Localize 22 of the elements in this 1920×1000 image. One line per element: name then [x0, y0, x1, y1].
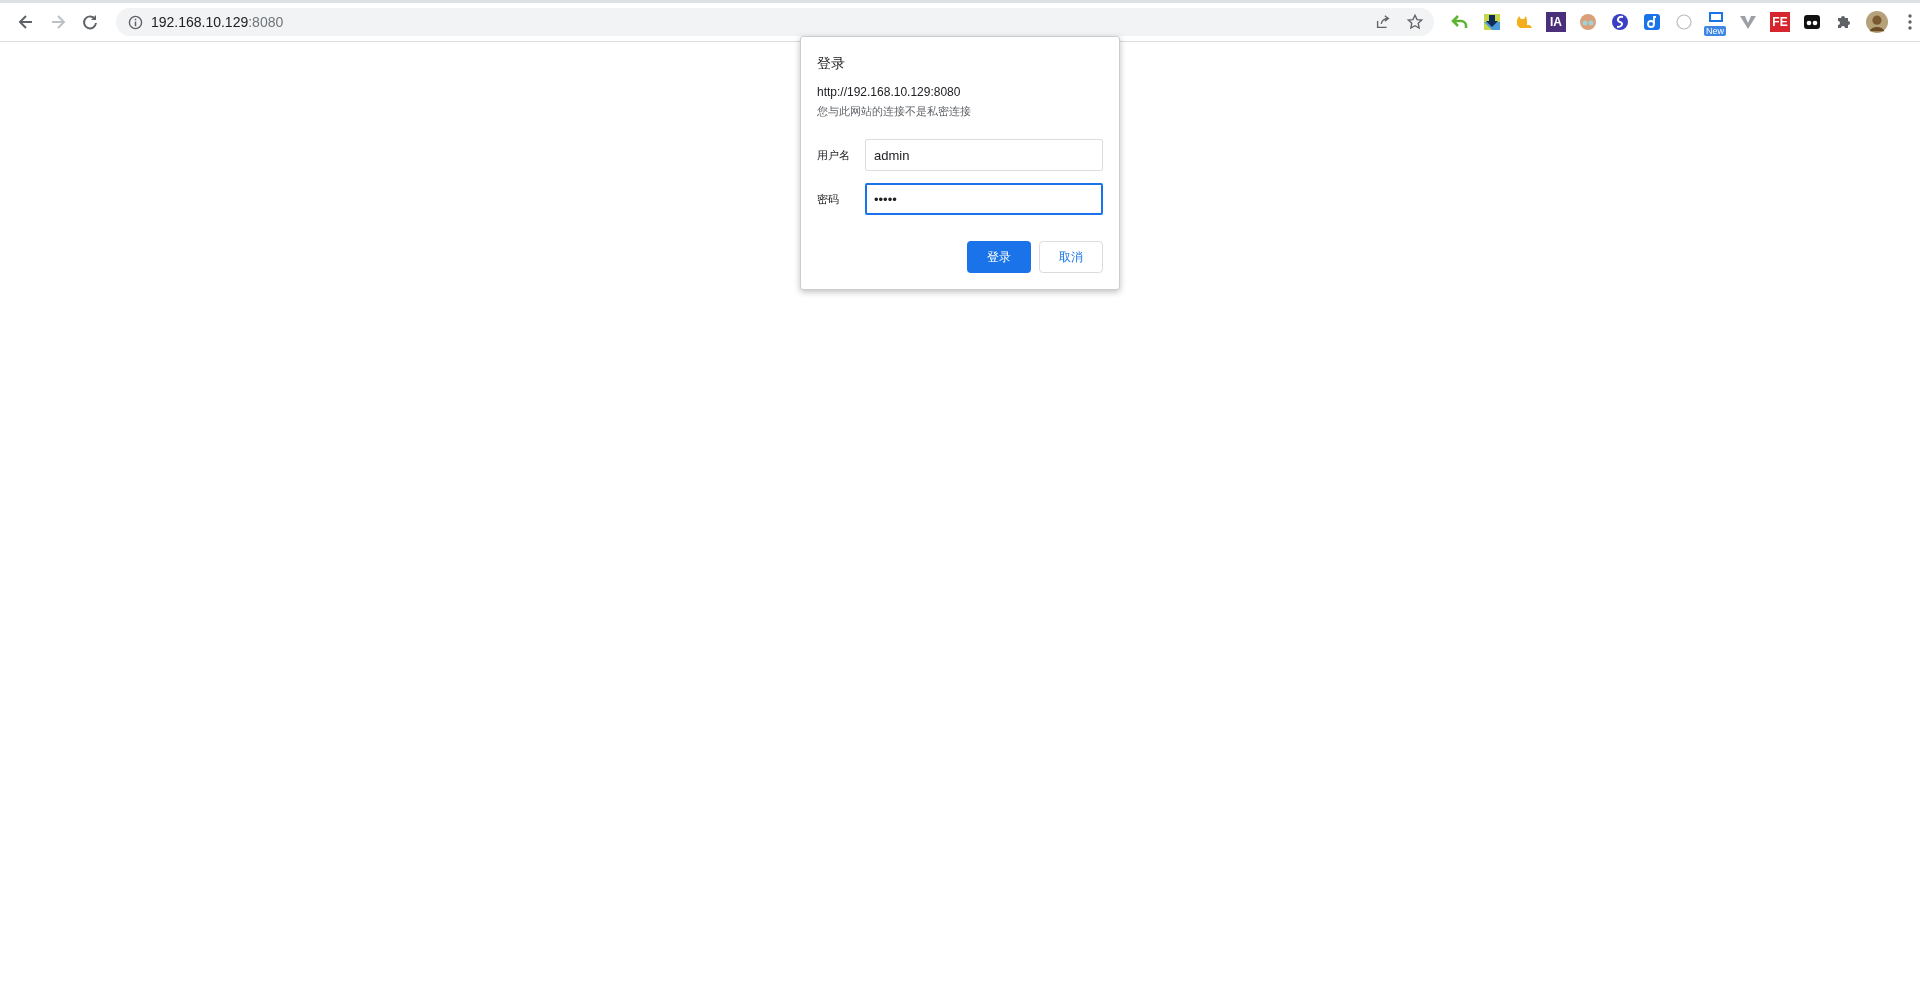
- dialog-title: 登录: [817, 55, 846, 73]
- cancel-button[interactable]: 取消: [1039, 241, 1103, 273]
- extension-icon[interactable]: FE: [1770, 12, 1790, 32]
- url-port: :8080: [248, 14, 284, 30]
- input-field[interactable]: •••••: [865, 183, 1103, 215]
- avatar-icon[interactable]: [1866, 11, 1888, 33]
- note-icon[interactable]: [1642, 12, 1662, 32]
- input-field[interactable]: admin: [865, 139, 1103, 171]
- star-icon[interactable]: [1406, 13, 1424, 31]
- extension-icon[interactable]: [1802, 12, 1822, 32]
- info-icon[interactable]: [127, 14, 143, 30]
- url-host: 192.168.10.129: [150, 14, 249, 30]
- site-url: http://192.168.10.129:8080: [817, 85, 962, 99]
- download-icon[interactable]: [1482, 12, 1502, 32]
- extension-icon[interactable]: IA: [1546, 12, 1566, 32]
- field-label: 密码: [817, 191, 840, 207]
- field-label: 用户名: [817, 147, 851, 163]
- login-button[interactable]: 登录: [967, 241, 1031, 273]
- address-bar[interactable]: 192.168.10.129:8080: [115, 8, 1434, 36]
- swirl-icon[interactable]: [1610, 12, 1630, 32]
- share-icon[interactable]: [1374, 13, 1392, 31]
- connection-warning: 您与此网站的连接不是私密连接: [817, 104, 972, 119]
